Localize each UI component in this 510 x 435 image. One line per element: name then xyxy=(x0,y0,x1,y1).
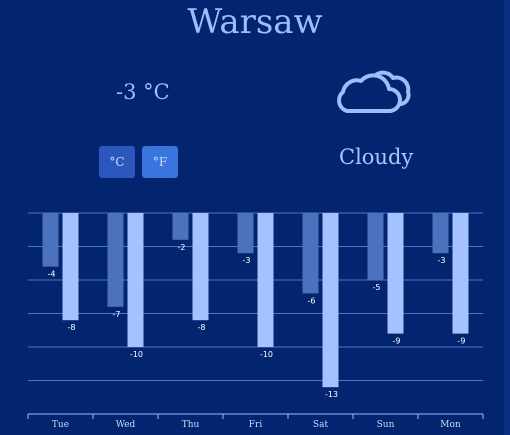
data-label: -4 xyxy=(48,270,56,279)
data-label: -13 xyxy=(325,390,338,399)
bar-series-1 xyxy=(302,213,319,294)
data-label: -3 xyxy=(438,256,446,265)
data-label: -10 xyxy=(260,350,273,359)
bar-series-1 xyxy=(42,213,59,267)
forecast-chart: -4 -8 Tue -7 -10 Wed -2 -8 Thu -3 -10 Fri -6 -13 Sat -5… xyxy=(27,212,484,430)
x-tick-label: Sat xyxy=(313,420,329,430)
bar-series-2 xyxy=(127,213,144,347)
bar-series-1 xyxy=(237,213,254,254)
x-tick-label: Mon xyxy=(440,420,461,430)
bar-series-1 xyxy=(172,213,189,240)
bar-series-2 xyxy=(62,213,79,321)
data-label: -9 xyxy=(393,337,401,346)
data-label: -6 xyxy=(308,296,316,305)
data-label: -7 xyxy=(113,310,121,319)
bar-series-2 xyxy=(452,213,469,334)
bar-series-1 xyxy=(107,213,124,307)
data-label: -8 xyxy=(68,323,76,332)
x-tick-label: Sun xyxy=(377,420,395,430)
x-tick-label: Fri xyxy=(249,420,263,430)
x-tick-label: Tue xyxy=(52,420,69,430)
bar-series-2 xyxy=(322,213,339,388)
data-label: -2 xyxy=(178,243,186,252)
bar-series-1 xyxy=(367,213,384,280)
bar-series-2 xyxy=(387,213,404,334)
x-tick-label: Wed xyxy=(116,420,136,430)
data-label: -9 xyxy=(458,337,466,346)
bar-series-1 xyxy=(432,213,449,254)
data-label: -3 xyxy=(243,256,251,265)
bar-series-2 xyxy=(257,213,274,347)
data-label: -10 xyxy=(130,350,143,359)
bar-series-2 xyxy=(192,213,209,321)
data-label: -5 xyxy=(373,283,381,292)
data-label: -8 xyxy=(198,323,206,332)
x-tick-label: Thu xyxy=(182,420,200,430)
